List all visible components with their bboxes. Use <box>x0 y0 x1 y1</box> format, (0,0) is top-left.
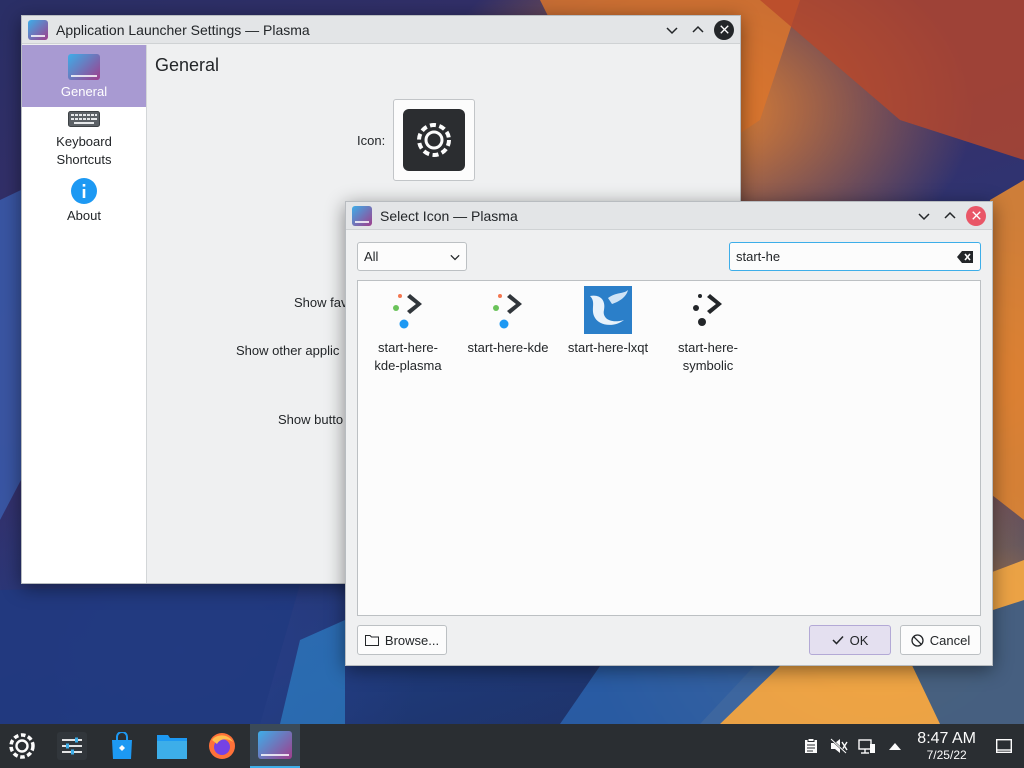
general-icon <box>68 54 100 80</box>
chevron-up-icon <box>944 211 956 219</box>
launcher-icon-button[interactable] <box>393 99 475 181</box>
checkmark-icon <box>832 635 844 645</box>
browse-label: Browse... <box>384 632 440 648</box>
chevron-down-icon <box>450 254 460 260</box>
icon-item-kde-plasma[interactable]: start-here- kde-plasma <box>359 283 457 375</box>
clipboard-icon <box>805 738 818 753</box>
digital-clock[interactable]: 8:47 AM 7/25/22 <box>909 730 984 762</box>
app-launcher-icon <box>9 733 35 759</box>
cancel-label: Cancel <box>929 632 971 648</box>
launcher-app-icon <box>28 19 48 40</box>
close-icon <box>719 25 729 34</box>
sidebar-item-label: About <box>67 208 101 223</box>
dolphin-icon <box>157 735 187 759</box>
dialog-app-icon <box>352 205 372 226</box>
icon-label: Icon: <box>357 133 386 148</box>
network-button[interactable] <box>853 724 881 768</box>
taskbar: 8:47 AM 7/25/22 <box>0 724 1024 768</box>
app-launcher-button[interactable] <box>0 724 44 768</box>
clock-time: 8:47 AM <box>917 730 976 747</box>
discover-icon <box>112 732 132 759</box>
sidebar-item-general[interactable]: General <box>22 45 146 107</box>
icon-item-symbolic[interactable]: start-here- symbolic <box>659 283 757 375</box>
kde-gear-icon <box>417 123 451 157</box>
backspace-clear-icon <box>957 250 973 263</box>
icon-search-field[interactable] <box>729 242 981 271</box>
show-other-apps-label: Show other applic <box>236 343 340 358</box>
launcher-settings-icon <box>258 731 292 759</box>
clock-date: 7/25/22 <box>926 748 967 762</box>
show-buttons-label: Show butto <box>278 412 344 427</box>
keyboard-icon <box>68 110 100 127</box>
expand-tray-button[interactable] <box>881 724 909 768</box>
ok-label: OK <box>849 632 869 648</box>
cancel-icon <box>911 633 924 647</box>
chevron-up-icon <box>692 25 704 33</box>
firefox-icon <box>209 733 235 759</box>
lxqt-icon <box>584 286 632 334</box>
show-desktop-icon <box>996 739 1012 753</box>
dialog-title: Select Icon — Plasma <box>380 207 518 224</box>
sidebar-item-about[interactable]: About <box>22 169 146 231</box>
folder-icon <box>364 635 379 646</box>
sidebar-item-keyboard-shortcuts[interactable]: Keyboard Shortcuts <box>22 107 146 169</box>
icon-item-label: start-here- kde-plasma <box>374 340 442 373</box>
kde-plasma-icon <box>393 294 422 329</box>
chevron-down-icon <box>666 26 678 34</box>
clipboard-button[interactable] <box>797 724 825 768</box>
icon-item-lxqt[interactable]: start-here-lxqt <box>559 283 657 357</box>
show-favorites-label: Show fav <box>294 295 348 310</box>
taskbar-system-settings[interactable] <box>50 724 94 768</box>
close-icon <box>971 211 981 220</box>
icon-results-grid: start-here- kde-plasma start-here-kde st… <box>357 280 981 616</box>
cancel-button[interactable]: Cancel <box>900 625 981 655</box>
taskbar-dolphin[interactable] <box>150 724 194 768</box>
browse-button[interactable]: Browse... <box>357 625 447 655</box>
sidebar-item-label: General <box>60 84 108 99</box>
settings-window-title: Application Launcher Settings — Plasma <box>56 21 310 38</box>
volume-muted-icon <box>830 738 848 754</box>
chevron-down-icon <box>918 212 930 220</box>
dialog-maximize-button[interactable] <box>940 206 960 226</box>
maximize-button[interactable] <box>688 20 708 40</box>
minimize-button[interactable] <box>662 20 682 40</box>
select-icon-dialog: Select Icon — Plasma All start-he start-… <box>345 201 993 666</box>
settings-titlebar[interactable]: Application Launcher Settings — Plasma <box>22 16 740 44</box>
icon-search-input[interactable] <box>736 249 956 264</box>
symbolic-icon <box>693 294 722 326</box>
show-desktop-button[interactable] <box>984 724 1024 768</box>
sidebar-item-label: Keyboard Shortcuts <box>56 134 112 167</box>
system-tray: 8:47 AM 7/25/22 <box>797 724 1024 768</box>
icon-item-label: start-here-kde <box>467 340 549 355</box>
dialog-titlebar[interactable]: Select Icon — Plasma <box>346 202 992 230</box>
taskbar-firefox[interactable] <box>200 724 244 768</box>
expand-tray-icon <box>889 743 902 750</box>
kde-icon <box>493 294 522 329</box>
system-settings-icon <box>57 732 87 760</box>
info-icon <box>71 178 97 204</box>
taskbar-discover[interactable] <box>100 724 144 768</box>
icon-item-label: start-here-lxqt <box>567 340 649 355</box>
category-value: All <box>364 249 379 264</box>
taskbar-launcher-settings[interactable] <box>250 724 300 768</box>
clear-search-button[interactable] <box>956 250 974 264</box>
settings-sidebar: General Keyboard Shortcuts About <box>22 45 147 583</box>
ok-button[interactable]: OK <box>809 625 891 655</box>
page-title: General <box>155 55 220 75</box>
icon-item-kde[interactable]: start-here-kde <box>459 283 557 357</box>
volume-button[interactable] <box>825 724 853 768</box>
icon-category-select[interactable]: All <box>357 242 467 271</box>
dialog-close-button[interactable] <box>966 205 986 226</box>
close-button[interactable] <box>714 19 734 40</box>
network-icon <box>858 739 876 754</box>
dialog-minimize-button[interactable] <box>914 206 934 226</box>
icon-item-label: start-here- symbolic <box>678 340 738 373</box>
